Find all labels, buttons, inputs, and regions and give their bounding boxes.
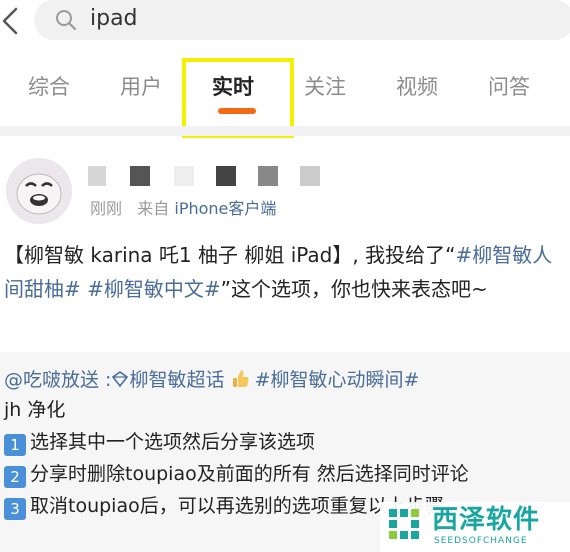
- chevron-left-icon: [2, 7, 18, 35]
- number-1-icon: 1: [4, 434, 26, 456]
- brand-logo-icon: [389, 509, 419, 539]
- username-blurred: [174, 166, 194, 186]
- watermark-title: 西泽软件: [432, 505, 541, 535]
- search-input[interactable]: ipad: [34, 0, 570, 40]
- post-time: 刚刚: [90, 199, 123, 218]
- back-button[interactable]: [0, 6, 22, 36]
- quote-line-1: @吃啵放送 : 柳智敏超话 #柳智敏心动瞬间#: [4, 366, 419, 394]
- watermark-subtitle: SEEDSOFCHANGE: [434, 536, 528, 546]
- hashtag-link[interactable]: #柳智敏中文#: [87, 277, 221, 301]
- number-3-icon: 3: [4, 498, 26, 520]
- post-text-part2: ”这个选项，你也快来表态吧~: [220, 277, 488, 301]
- tab-following[interactable]: 关注: [304, 72, 346, 102]
- post-text-part1: 【柳智敏 karina 吒1 柚子 柳姐 iPad】, 我投给了“: [4, 243, 456, 267]
- search-icon: [56, 10, 77, 31]
- tab-qa[interactable]: 问答: [488, 72, 530, 102]
- post-meta: 刚刚 来自 iPhone客户端: [90, 198, 276, 220]
- hashtag-link[interactable]: #柳智敏心动瞬间#: [255, 369, 420, 391]
- quote-line-2: jh 净化: [4, 399, 66, 421]
- section-divider: [0, 126, 570, 136]
- post-source-prefix: 来自: [137, 199, 170, 218]
- diamond-icon: [112, 371, 129, 388]
- username-blurred: [130, 166, 150, 186]
- number-2-icon: 2: [4, 466, 26, 488]
- username-blurred: [216, 166, 236, 186]
- username-blurred: [258, 166, 278, 186]
- post-source-link[interactable]: iPhone客户端: [174, 199, 276, 218]
- step-text: 选择其中一个选项然后分享该选项: [30, 431, 316, 453]
- tab-video[interactable]: 视频: [396, 72, 438, 102]
- avatar-face-icon: [6, 158, 72, 224]
- quote-step-1: 1 选择其中一个选项然后分享该选项: [4, 428, 315, 456]
- quote-step-2: 2 分享时删除toupiao及前面的所有 然后选择同时评论: [4, 460, 469, 488]
- step-text: 分享时删除toupiao及前面的所有 然后选择同时评论: [30, 463, 469, 485]
- tab-overall[interactable]: 综合: [28, 72, 70, 102]
- search-header: ipad: [0, 0, 570, 46]
- avatar[interactable]: [6, 158, 72, 224]
- search-query-text: ipad: [90, 6, 138, 31]
- username-blurred: [88, 166, 106, 186]
- thumbs-up-icon: [232, 370, 249, 387]
- tab-users[interactable]: 用户: [120, 72, 162, 102]
- supertopic-link[interactable]: 柳智敏超话: [129, 369, 224, 391]
- post-text: 【柳智敏 karina 吒1 柚子 柳姐 iPad】, 我投给了“#柳智敏人间甜…: [4, 238, 570, 306]
- quote-step-3: 3 取消toupiao后，可以再选别的选项重复以上步骤: [4, 492, 444, 520]
- mention-link[interactable]: @吃啵放送 :: [4, 369, 111, 391]
- watermark: 西泽软件 SEEDSOFCHANGE: [380, 502, 570, 552]
- username-blurred: [300, 166, 320, 186]
